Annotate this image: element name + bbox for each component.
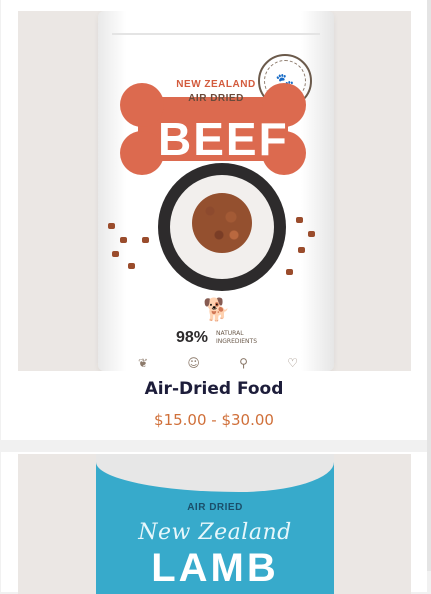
kibble	[298, 247, 305, 253]
kibble	[112, 251, 119, 257]
pouch-wave	[96, 454, 334, 492]
pack-flavor: LAMB	[151, 546, 279, 590]
product-card[interactable]: 🐾 NEW ZEALAND AIR DRIED BEEF 🐕 98% NATUR…	[1, 0, 427, 440]
bowl-food	[192, 193, 252, 253]
product-price: $15.00 - $30.00	[154, 411, 274, 429]
pouch-illustration: AIR DRIED New Zealand LAMB	[96, 454, 334, 594]
kibble	[108, 223, 115, 229]
kibble	[128, 263, 135, 269]
bowl-inner	[170, 175, 274, 279]
kibble	[286, 269, 293, 275]
pack-stat-label: NATURAL INGREDIENTS	[216, 330, 258, 345]
kibble	[120, 237, 127, 243]
pack-line-2: AIR DRIED	[188, 93, 244, 104]
pack-line-1: NEW ZEALAND	[176, 79, 256, 90]
pack-flavor: BEEF	[158, 113, 289, 165]
kibble	[142, 237, 149, 243]
dog-icon: 🐕	[203, 298, 231, 323]
product-card[interactable]: AIR DRIED New Zealand LAMB	[1, 452, 427, 594]
scrollbar[interactable]	[427, 0, 431, 571]
dog-icon: ☺	[187, 356, 200, 370]
bone-icon: ⚲	[239, 356, 248, 370]
pack-icons: ❦ ☺ ⚲ ♡	[138, 356, 298, 370]
pouch-seal	[112, 33, 320, 35]
leaf-icon: ❦	[138, 356, 149, 370]
food-bowl	[158, 163, 286, 291]
pack-stat-value: 98%	[176, 329, 209, 346]
product-title[interactable]: Air-Dried Food	[1, 379, 427, 399]
product-image[interactable]: 🐾 NEW ZEALAND AIR DRIED BEEF 🐕 98% NATUR…	[18, 11, 411, 371]
pouch-illustration: 🐾 NEW ZEALAND AIR DRIED BEEF 🐕 98% NATUR…	[98, 11, 334, 371]
kibble	[296, 217, 303, 223]
pack-line-2: New Zealand	[138, 520, 292, 545]
heart-icon: ♡	[287, 356, 298, 370]
product-image[interactable]: AIR DRIED New Zealand LAMB	[18, 454, 411, 594]
kibble	[308, 231, 315, 237]
product-grid: 🐾 NEW ZEALAND AIR DRIED BEEF 🐕 98% NATUR…	[0, 0, 431, 594]
pack-line-1: AIR DRIED	[187, 502, 243, 513]
